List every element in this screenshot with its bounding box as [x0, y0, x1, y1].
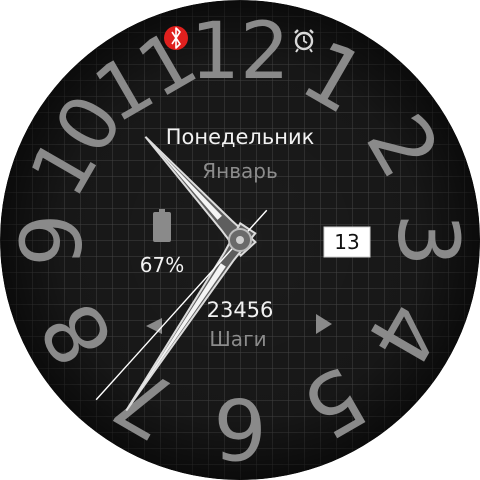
battery-percent: 67% — [140, 253, 184, 277]
month-name: Январь — [202, 159, 278, 183]
hands-hub — [228, 228, 252, 252]
date-value: 13 — [334, 230, 359, 254]
numeral-3: 3 — [379, 213, 477, 266]
watch-dial: 121234567891011 Понедельник Январь 13 67… — [0, 0, 480, 480]
steps-label: Шаги — [209, 327, 266, 351]
day-name: Понедельник — [166, 125, 315, 149]
numeral-6: 6 — [213, 379, 266, 477]
numeral-9: 9 — [3, 213, 101, 266]
watch-face: 12 1 2 3 4 5 6 7 8 9 10 11 Понедельник Январь 13 67… — [0, 0, 480, 480]
steps-count: 23456 — [207, 298, 274, 322]
battery-icon — [153, 209, 171, 242]
date-window[interactable]: 13 — [323, 226, 371, 258]
bluetooth-icon — [164, 26, 188, 50]
